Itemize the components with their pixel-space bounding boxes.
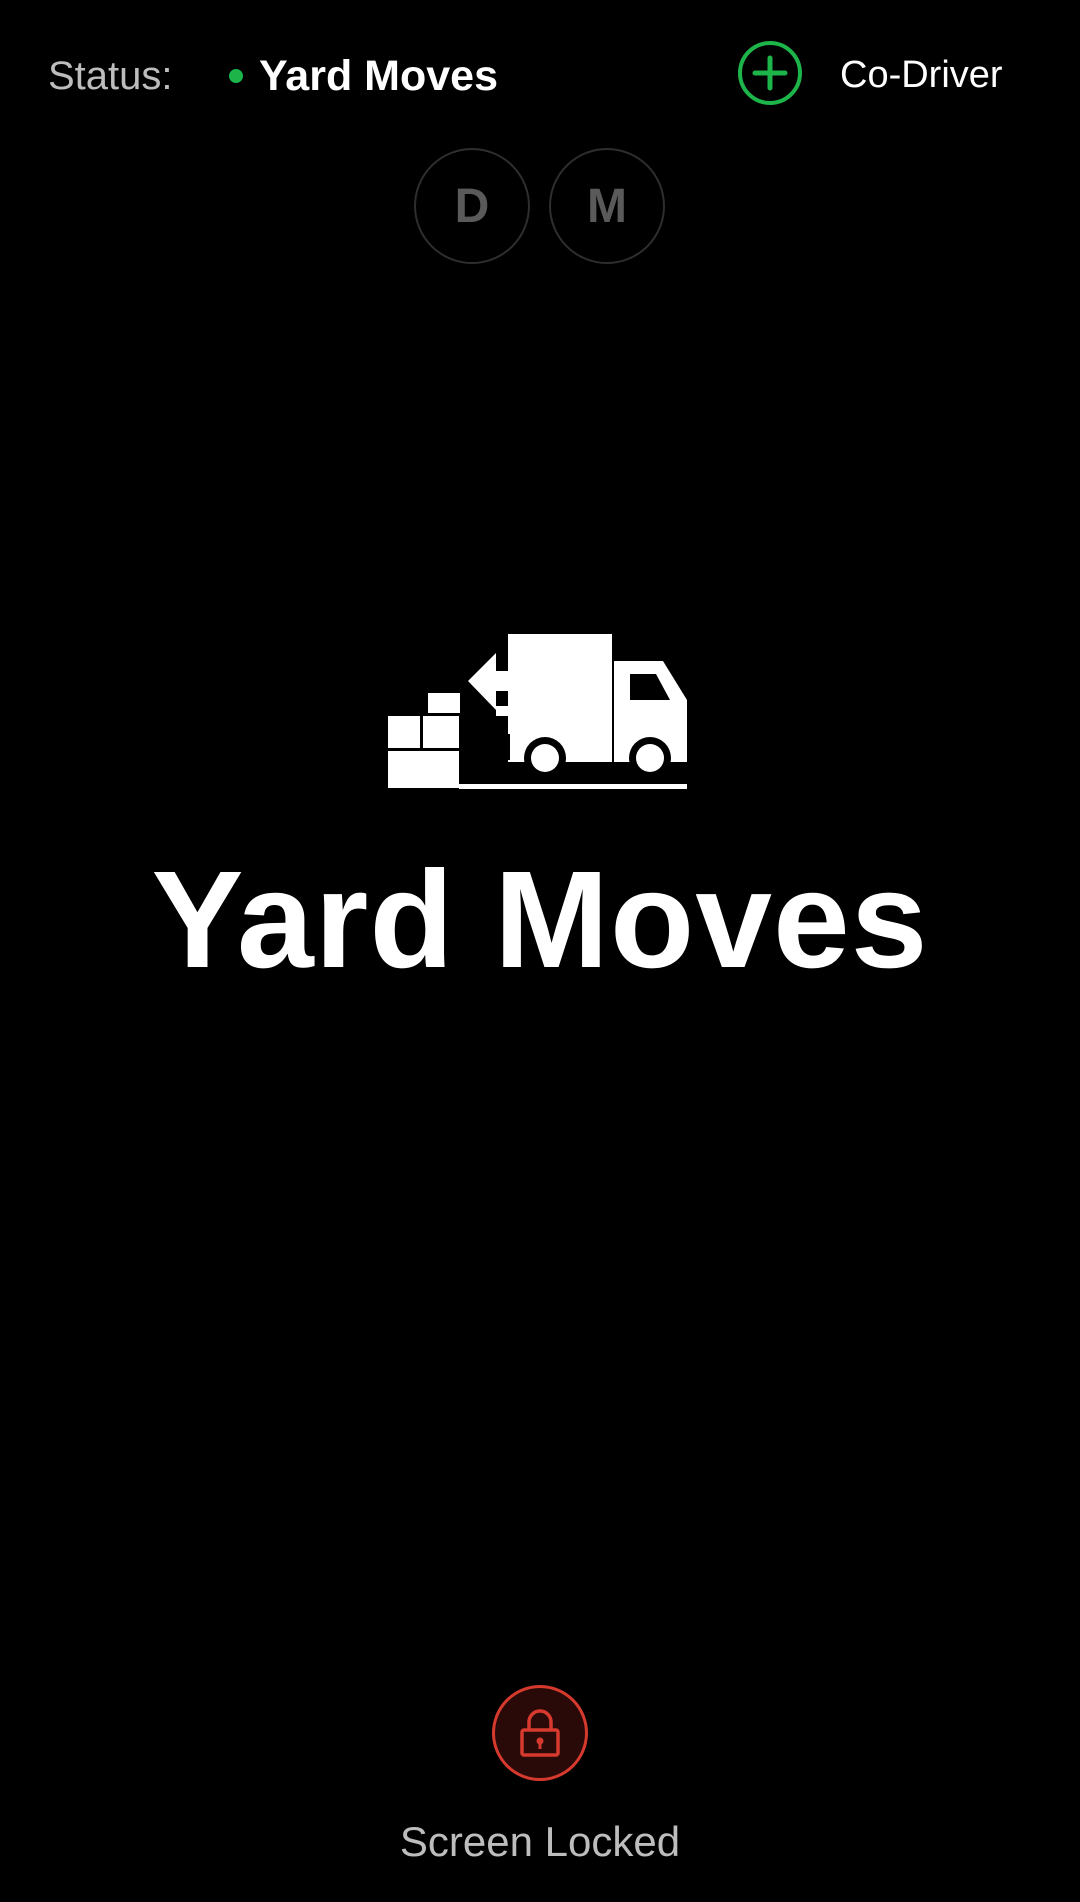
status-label: Status: <box>48 54 173 98</box>
co-driver-label: Co-Driver <box>840 54 1003 96</box>
hero-title: Yard Moves <box>151 843 929 997</box>
mode-toggle-d[interactable]: D <box>414 148 530 264</box>
mode-toggle-m[interactable]: M <box>549 148 665 264</box>
status-value: Yard Moves <box>259 52 498 100</box>
lock-icon <box>520 1709 560 1757</box>
screen-locked-label: Screen Locked <box>399 1818 681 1865</box>
yard-moves-truck-icon <box>388 634 687 789</box>
add-co-driver-button[interactable]: Co-Driver <box>735 38 1055 114</box>
status-bar: Status: Yard Moves Co-Driver <box>0 0 1080 150</box>
screen-lock-button[interactable] <box>492 1685 588 1781</box>
status-indicator-dot <box>229 69 243 83</box>
plus-circle-icon <box>738 41 802 105</box>
